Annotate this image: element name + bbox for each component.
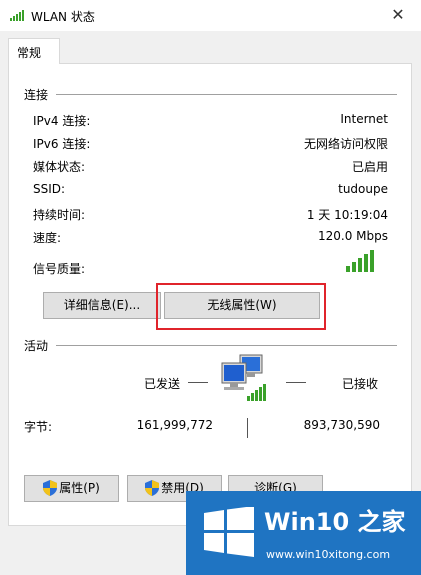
speed-value: 120.0 Mbps (317, 229, 388, 243)
received-dash (286, 382, 306, 383)
windows-logo-icon (204, 507, 254, 557)
uac-shield-icon (145, 479, 160, 496)
properties-button[interactable]: 属性(P) (24, 475, 119, 502)
media-state-value: 已启用 (351, 160, 388, 174)
sent-dash (188, 382, 208, 383)
activity-separator (247, 418, 248, 438)
connection-divider (56, 94, 397, 95)
signal-quality-label: 信号质量: (33, 262, 86, 276)
speed-label: 速度: (33, 231, 62, 245)
duration-value: 1 天 10:19:04 (306, 208, 388, 222)
activity-divider (56, 345, 397, 346)
bytes-label: 字节: (24, 420, 53, 434)
highlight-box (156, 283, 326, 330)
bytes-received-value: 893,730,590 (303, 418, 380, 432)
media-state-label: 媒体状态: (33, 160, 86, 174)
network-computers-icon (221, 354, 266, 401)
close-button[interactable]: ✕ (375, 0, 421, 31)
received-label: 已接收 (342, 377, 379, 391)
close-icon: ✕ (391, 5, 405, 24)
sent-label: 已发送 (144, 377, 181, 391)
tab-general[interactable]: 常规 (8, 38, 60, 64)
bytes-sent-value: 161,999,772 (136, 418, 213, 432)
ipv6-value: 无网络访问权限 (303, 137, 388, 151)
title-bar: WLAN 状态 ✕ (0, 0, 421, 31)
ssid-label: SSID: (33, 182, 66, 196)
watermark-url: www.win10xitong.com (266, 548, 391, 561)
uac-shield-icon (43, 479, 58, 496)
connection-section-label: 连接 (24, 88, 49, 102)
ipv6-label: IPv6 连接: (33, 137, 91, 151)
window-title: WLAN 状态 (31, 10, 95, 24)
signal-bars-icon (346, 250, 374, 272)
watermark-brand: Win10 之家 (264, 508, 406, 536)
ipv4-value: Internet (340, 112, 388, 126)
duration-label: 持续时间: (33, 208, 86, 222)
watermark-logo: Win10 之家 www.win10xitong.com (186, 491, 421, 575)
wifi-signal-icon (10, 10, 24, 21)
details-button[interactable]: 详细信息(E)... (43, 292, 161, 319)
activity-section-label: 活动 (24, 339, 49, 353)
ipv4-label: IPv4 连接: (33, 114, 91, 128)
ssid-value: tudoupe (338, 182, 388, 196)
properties-button-label: 属性(P) (59, 481, 100, 495)
